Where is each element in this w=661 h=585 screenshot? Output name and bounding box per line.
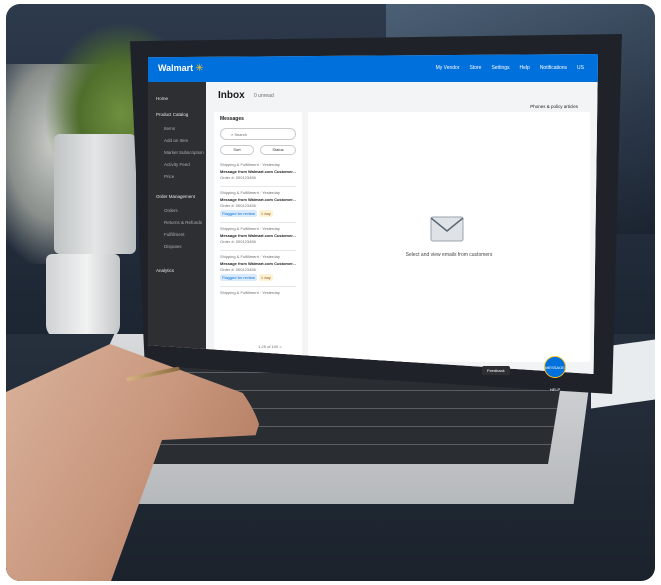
message-title: Message from Walmart.com Customer... — [220, 261, 296, 266]
messages-panel: Messages ⌕ Search Sort Status Shipping &… — [214, 112, 302, 357]
message-category: Shipping & Fulfillment — [220, 254, 259, 259]
divider — [220, 250, 296, 251]
message-time: Yesterday — [262, 290, 280, 295]
status-badge: Flagged for review — [220, 210, 257, 217]
brand-name[interactable]: Walmart — [158, 63, 193, 73]
message-time: Yesterday — [262, 254, 280, 259]
laptop-screen: Walmart ✳ My Vendor Store Settings Help … — [148, 54, 598, 374]
main-content: Inbox 0 unread Phones & policy articles … — [206, 82, 598, 374]
age-badge: 1 day — [258, 274, 273, 281]
sidebar-item-analytics[interactable]: Analytics — [156, 268, 174, 273]
age-badge: 1 day — [258, 210, 273, 217]
help-badge[interactable]: MESSAGE HELP — [544, 356, 566, 392]
sidebar-item-order-management[interactable]: Order Management — [156, 194, 195, 199]
sidebar-sub-item[interactable]: Market Subscription — [164, 150, 204, 155]
search-icon: ⌕ — [231, 132, 234, 137]
sidebar-sub-item[interactable]: Orders — [164, 208, 178, 213]
sidebar-sub-item[interactable]: Activity Feed — [164, 162, 190, 167]
list-item[interactable]: Shipping & Fulfillment · Yesterday Messa… — [220, 254, 296, 281]
message-title: Message from Walmart.com Customer... — [220, 169, 296, 174]
feedback-button[interactable]: Feedback — [482, 366, 510, 375]
message-category: Shipping & Fulfillment — [220, 226, 259, 231]
sidebar-sub-item[interactable]: Price — [164, 174, 174, 179]
message-category: Shipping & Fulfillment — [220, 162, 259, 167]
sidebar-item-product-catalog[interactable]: Product Catalog — [156, 112, 188, 117]
key-row — [116, 444, 566, 445]
header-nav: My Vendor Store Settings Help Notificati… — [436, 65, 598, 71]
photo-frame: Walmart ✳ My Vendor Store Settings Help … — [6, 4, 655, 581]
message-order: Order #: 000123456 — [220, 267, 256, 272]
unread-count: 0 unread — [254, 93, 274, 99]
sidebar-sub-item[interactable]: Returns & Refunds — [164, 220, 202, 225]
nav-settings[interactable]: Settings — [491, 65, 509, 71]
message-time: Yesterday — [262, 190, 280, 195]
list-item[interactable]: Shipping & Fulfillment · Yesterday Messa… — [220, 162, 296, 180]
nav-store[interactable]: Store — [469, 65, 481, 71]
sidebar-sub-item[interactable]: Add an Item — [164, 138, 188, 143]
sidebar-sub-item[interactable]: Items — [164, 126, 175, 131]
divider — [220, 222, 296, 223]
nav-notifications[interactable]: Notifications — [540, 65, 567, 71]
message-detail-panel: Select and view emails from customers — [308, 112, 590, 362]
sort-button[interactable]: Sort — [220, 145, 254, 155]
message-title: Message from Walmart.com Customer... — [220, 197, 296, 202]
message-category: Shipping & Fulfillment — [220, 290, 259, 295]
sidebar-item-home[interactable]: Home — [156, 96, 168, 101]
pagination[interactable]: 1-25 of 100 > — [258, 344, 282, 349]
status-badge: Flagged for review — [220, 274, 257, 281]
list-item[interactable]: Shipping & Fulfillment · Yesterday Messa… — [220, 226, 296, 244]
message-order: Order #: 000123456 — [220, 203, 256, 208]
list-item[interactable]: Shipping & Fulfillment · Yesterday Messa… — [220, 190, 296, 217]
walmart-spark-icon: ✳ — [195, 62, 204, 74]
status-filter-button[interactable]: Status — [260, 145, 296, 155]
nav-locale[interactable]: US — [577, 65, 584, 71]
plant-pot — [54, 134, 136, 254]
message-title: Message from Walmart.com Customer... — [220, 233, 296, 238]
search-input[interactable]: ⌕ Search — [220, 128, 296, 140]
nav-my-vendor[interactable]: My Vendor — [436, 65, 460, 71]
sidebar-sub-item[interactable]: Fulfillment — [164, 232, 185, 237]
envelope-icon — [430, 216, 464, 242]
policy-link[interactable]: Phones & policy articles — [530, 104, 578, 109]
sidebar: Home Product Catalog Items Add an Item M… — [148, 82, 206, 374]
coffee-mug — [46, 254, 120, 339]
nav-help[interactable]: Help — [520, 65, 530, 71]
app-header: Walmart ✳ My Vendor Store Settings Help … — [148, 54, 598, 82]
divider — [220, 186, 296, 187]
messages-heading: Messages — [220, 116, 244, 122]
search-placeholder: Search — [234, 132, 248, 137]
message-time: Yesterday — [262, 162, 280, 167]
message-category: Shipping & Fulfillment — [220, 190, 259, 195]
message-order: Order #: 000123456 — [220, 175, 256, 180]
message-order: Order #: 000123456 — [220, 239, 256, 244]
empty-state-text: Select and view emails from customers — [405, 252, 493, 258]
sidebar-sub-item[interactable]: Disputes — [164, 244, 182, 249]
list-item[interactable]: Shipping & Fulfillment · Yesterday — [220, 290, 296, 295]
page-title: Inbox — [218, 90, 245, 101]
message-time: Yesterday — [262, 226, 280, 231]
divider — [220, 286, 296, 287]
